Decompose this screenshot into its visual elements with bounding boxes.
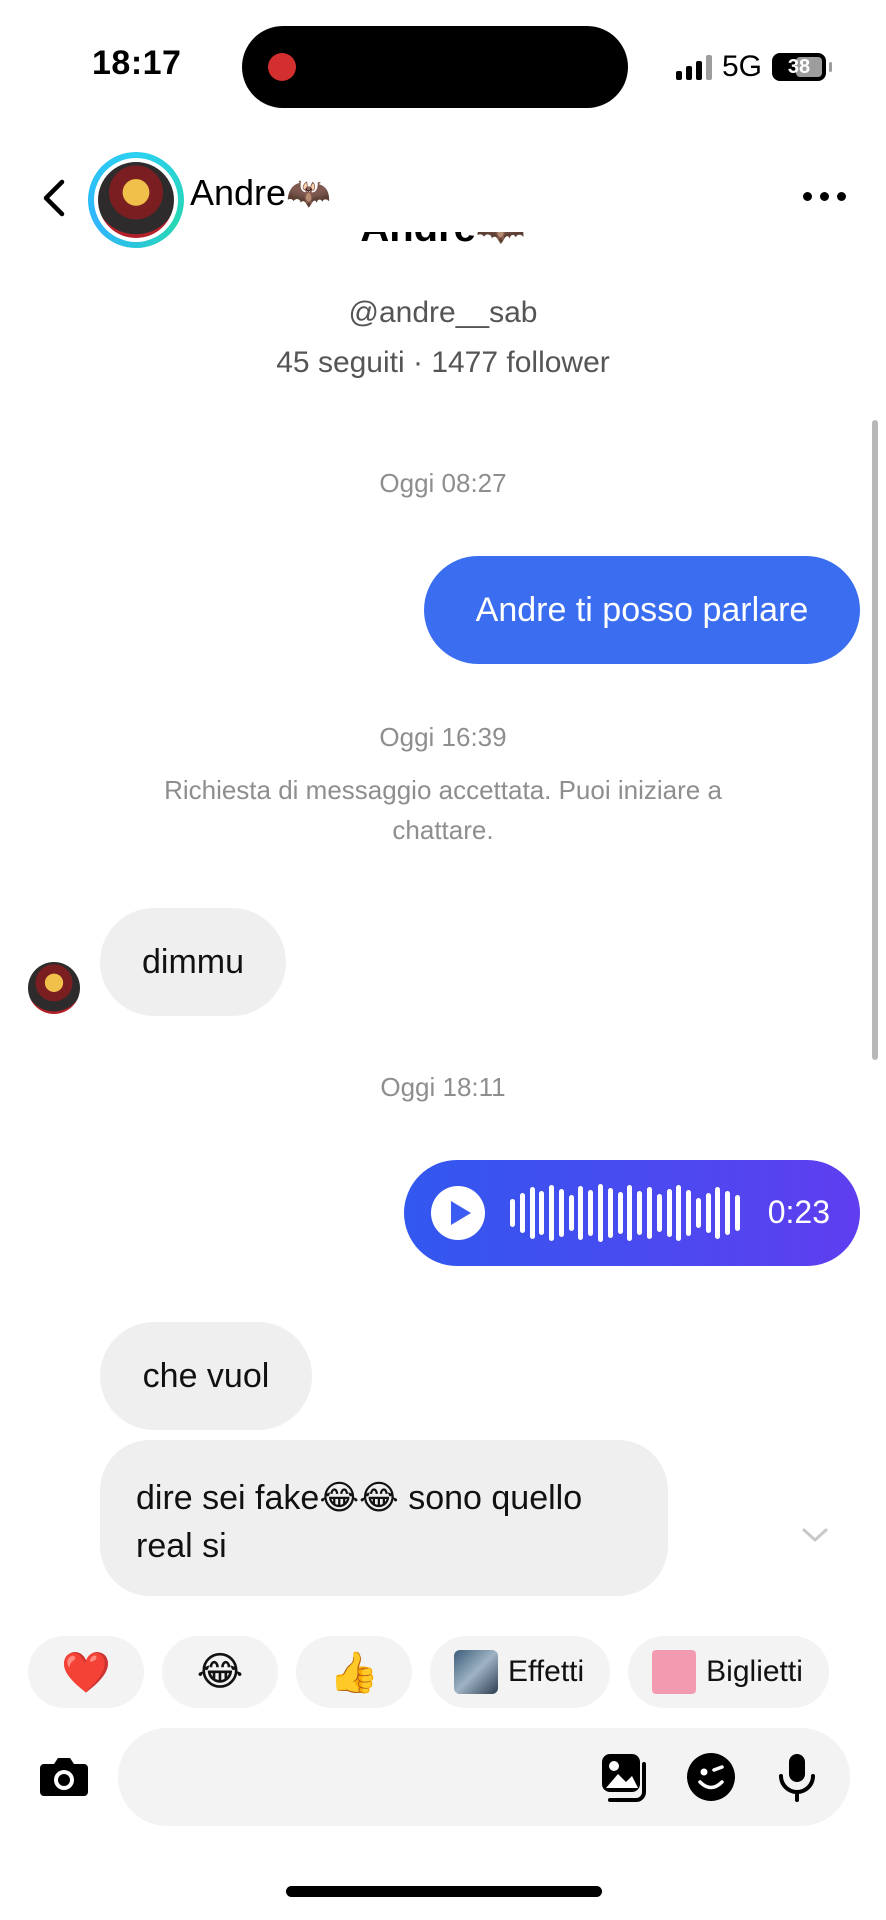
waveform-bar [627, 1185, 633, 1241]
message-text: che vuol [142, 1356, 270, 1395]
message-text: dire sei fake😂😂 sono quello real si [136, 1479, 583, 1565]
recording-indicator-icon [268, 53, 296, 81]
waveform-bar [519, 1193, 525, 1233]
waveform-bar [598, 1184, 604, 1242]
dynamic-island [242, 26, 628, 108]
outgoing-message[interactable]: Andre ti posso parlare [424, 556, 860, 664]
waveform-bar [607, 1188, 613, 1238]
signal-icon [675, 54, 712, 80]
incoming-message[interactable]: dire sei fake😂😂 sono quello real si [100, 1440, 668, 1596]
waveform-bar [578, 1186, 584, 1240]
profile-handle: @andre__sab [348, 296, 538, 329]
waveform-bar [637, 1191, 643, 1235]
waveform-bar [549, 1185, 555, 1241]
message-text: Andre ti posso parlare [475, 590, 809, 629]
avatar[interactable] [28, 962, 80, 1014]
waveform-bar [715, 1187, 721, 1239]
chip-label: Effetti [508, 1655, 585, 1688]
waveform-bar [686, 1190, 692, 1236]
thumbs-up-reaction-button[interactable]: 👍 [296, 1636, 412, 1708]
waveform-bar [617, 1192, 623, 1234]
camera-icon[interactable] [36, 1748, 92, 1804]
status-time: 18:17 [92, 44, 182, 82]
message-input[interactable] [118, 1728, 850, 1826]
effects-button[interactable]: Effetti [430, 1636, 611, 1708]
waveform-bar [510, 1199, 515, 1227]
reaction-label: ❤️ [61, 1650, 111, 1695]
battery-icon: 38 [772, 53, 832, 81]
incoming-message[interactable]: dimmu [100, 908, 286, 1016]
profile-stats: 45 seguiti · 1477 follower [276, 346, 610, 379]
home-indicator[interactable] [286, 1886, 602, 1897]
waveform-bar [656, 1194, 662, 1232]
contact-name[interactable]: Andre🦇 [190, 172, 331, 214]
tickets-button[interactable]: Biglietti [628, 1636, 829, 1708]
timestamp: Oggi 08:27 [379, 468, 507, 498]
waveform-bar [646, 1187, 652, 1239]
waveform-bar [558, 1189, 564, 1237]
heart-reaction-button[interactable]: ❤️ [28, 1636, 144, 1708]
waveform-bar [568, 1195, 574, 1231]
timestamp: Oggi 16:39 [379, 722, 507, 752]
profile-name: Andre🦇 [0, 232, 886, 276]
battery-level: 38 [787, 55, 811, 78]
status-indicators: 5G 38 [675, 50, 832, 84]
timestamp: Oggi 18:11 [380, 1072, 506, 1102]
gallery-icon[interactable] [598, 1750, 652, 1804]
voice-duration: 0:23 [767, 1194, 830, 1230]
more-horizontal-icon[interactable] [803, 192, 846, 201]
microphone-icon[interactable] [770, 1750, 824, 1804]
waveform-bar [725, 1191, 731, 1235]
waveform-bar [539, 1191, 545, 1235]
waveform-bar [666, 1189, 672, 1237]
waveform-bar [734, 1195, 740, 1231]
reaction-label: 👍 [329, 1650, 379, 1695]
message-text: dimmu [141, 942, 245, 981]
network-type: 5G [721, 50, 762, 83]
effects-icon [454, 1650, 498, 1694]
play-icon[interactable] [431, 1186, 485, 1240]
laugh-reaction-button[interactable]: 😂 [162, 1636, 278, 1708]
chevron-left-icon[interactable] [36, 172, 72, 224]
reaction-label: 😂 [196, 1650, 244, 1694]
waveform [510, 1184, 740, 1242]
waveform-bar [676, 1185, 682, 1241]
chip-label: Biglietti [706, 1655, 803, 1688]
incoming-message[interactable]: che vuol [100, 1322, 312, 1430]
system-message: Richiesta di messaggio accettata. Puoi i… [164, 775, 722, 845]
voice-message[interactable]: 0:23 [404, 1160, 860, 1266]
waveform-bar [705, 1193, 711, 1233]
waveform-bar [588, 1190, 594, 1236]
chevron-down-icon[interactable] [800, 1520, 830, 1550]
sticker-icon[interactable] [684, 1750, 738, 1804]
waveform-bar [695, 1198, 701, 1228]
waveform-bar [529, 1187, 535, 1239]
ticket-icon [652, 1650, 697, 1694]
quick-reactions: ❤️ 😂 👍 Effetti Biglietti [28, 1636, 829, 1708]
